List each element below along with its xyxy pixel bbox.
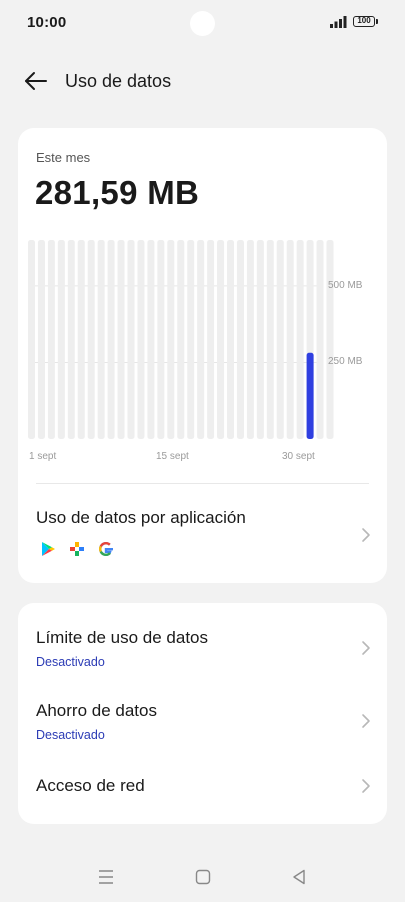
camera-cutout <box>190 11 215 36</box>
app-usage-title: Uso de datos por aplicación <box>36 508 246 527</box>
photos-app-icon <box>70 542 84 556</box>
bar-track-31 <box>326 240 334 439</box>
x-tick-label-end: 30 sept <box>282 451 315 462</box>
data-saver-row[interactable]: Ahorro de datos Desactivado <box>18 684 387 754</box>
bar-track-27 <box>286 240 294 439</box>
network-access-row[interactable]: Acceso de red <box>18 757 387 817</box>
data-saver-status: Desactivado <box>36 728 105 742</box>
bar-track-6 <box>77 240 85 439</box>
back-nav-icon[interactable] <box>288 866 310 888</box>
header: Uso de datos <box>0 62 405 100</box>
bar-track-30 <box>316 240 324 439</box>
app-usage-row[interactable]: Uso de datos por aplicación <box>18 488 387 583</box>
divider <box>36 483 369 484</box>
menu-nav-icon[interactable] <box>95 866 117 888</box>
home-nav-icon[interactable] <box>192 866 214 888</box>
bar-track-15 <box>167 240 175 439</box>
google-icon <box>98 541 113 557</box>
data-saver-title: Ahorro de datos <box>36 701 157 720</box>
bar-track-4 <box>57 240 65 439</box>
bar-track-25 <box>266 240 274 439</box>
signal-icon <box>330 16 347 28</box>
usage-chart-svg <box>28 240 334 439</box>
usage-total: 281,59 MB <box>35 174 200 211</box>
y-tick-label-250: 250 MB <box>328 356 363 367</box>
status-time: 10:00 <box>27 14 67 31</box>
bar-track-10 <box>117 240 125 439</box>
usage-chart: 500 MB 250 MB 1 sept 15 sept 30 sept <box>18 238 387 468</box>
bar-track-13 <box>147 240 155 439</box>
settings-card: Límite de uso de datos Desactivado Ahorr… <box>18 603 387 824</box>
bar-track-8 <box>97 240 105 439</box>
bar-track-11 <box>127 240 135 439</box>
usage-bar-29 <box>306 352 314 439</box>
bar-track-19 <box>207 240 215 439</box>
bar-track-24 <box>256 240 264 439</box>
bar-track-18 <box>197 240 205 439</box>
google-play-store-icon <box>42 542 55 556</box>
data-limit-row[interactable]: Límite de uso de datos Desactivado <box>18 611 387 681</box>
period-label: Este mes <box>36 150 91 165</box>
x-tick-label-mid: 15 sept <box>156 451 189 462</box>
data-limit-title: Límite de uso de datos <box>36 628 209 647</box>
bar-track-28 <box>296 240 304 439</box>
back-arrow-icon[interactable] <box>22 68 50 94</box>
page-title: Uso de datos <box>65 71 172 91</box>
bar-track-14 <box>157 240 165 439</box>
battery-icon: 100 <box>353 16 375 27</box>
bar-track-9 <box>107 240 115 439</box>
bar-track-23 <box>246 240 254 439</box>
bar-track-16 <box>177 240 185 439</box>
navigation-bar <box>0 858 405 898</box>
chevron-right-icon <box>362 779 370 793</box>
bar-track-21 <box>227 240 234 439</box>
bar-track-2 <box>37 240 45 439</box>
network-access-title: Acceso de red <box>36 776 145 795</box>
bar-track-20 <box>217 240 225 439</box>
battery-tip <box>376 19 378 24</box>
bar-track-7 <box>87 240 95 439</box>
x-tick-label-start: 1 sept <box>29 451 57 462</box>
bar-track-26 <box>276 240 284 439</box>
bar-track-3 <box>47 240 55 439</box>
data-limit-status: Desactivado <box>36 655 105 669</box>
y-tick-label-500: 500 MB <box>328 280 363 291</box>
data-usage-card: Este mes 281,59 MB 500 MB 250 MB 1 sept … <box>18 128 387 583</box>
chevron-right-icon <box>362 714 370 728</box>
chevron-right-icon <box>362 641 370 655</box>
bar-track-17 <box>187 240 195 439</box>
bar-track-5 <box>67 240 75 439</box>
bar-track-22 <box>236 240 244 439</box>
chevron-right-icon <box>362 528 370 542</box>
bar-track-12 <box>137 240 145 439</box>
bar-track-1 <box>28 240 35 439</box>
status-bar: 10:00 100 <box>0 0 405 46</box>
